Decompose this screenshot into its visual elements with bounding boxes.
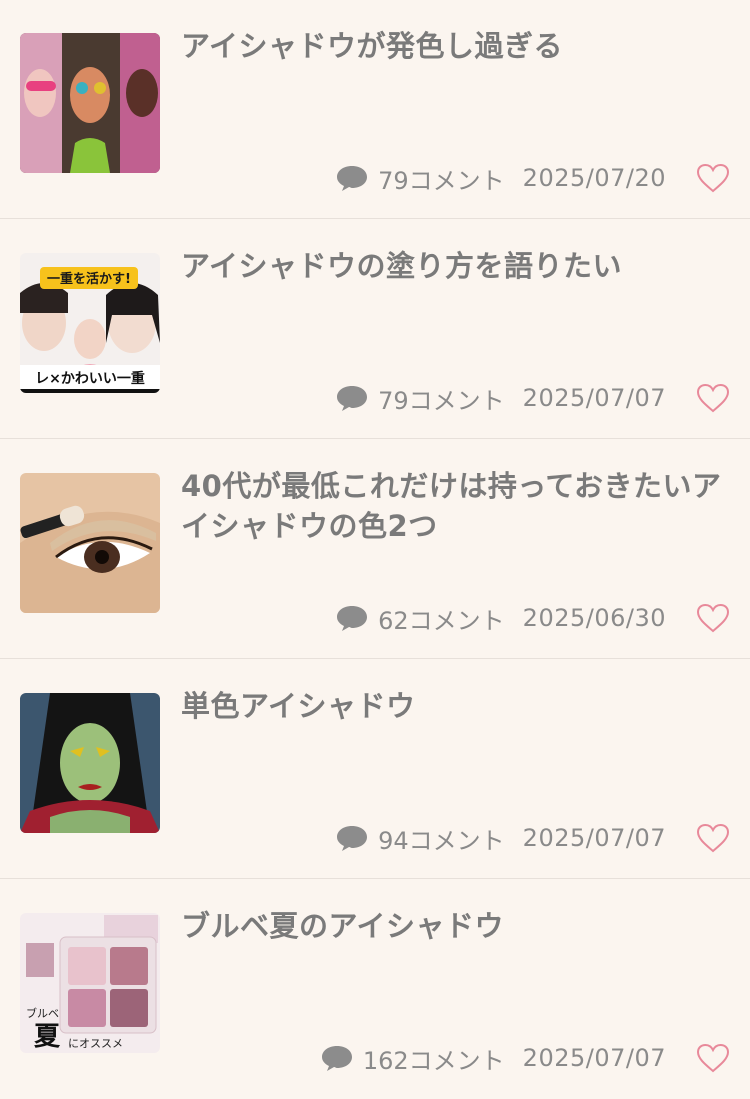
thumbnail-image[interactable]: ブルベ 夏 にオススメ [20,913,160,1053]
article-date: 2025/07/20 [522,164,666,192]
article-date: 2025/07/07 [522,824,666,852]
heart-outline-icon[interactable] [696,383,730,413]
article-meta: 79コメント 2025/07/07 [336,380,730,416]
article-meta: 62コメント 2025/06/30 [336,600,730,636]
list-item[interactable]: 40代が最低これだけは持っておきたいアイシャドウの色2つ 62コメント 2025… [0,440,750,659]
thumbnail-caption: 一重を活かす! [47,271,131,287]
comment-count: 79コメント [378,166,505,195]
article-title[interactable]: アイシャドウの塗り方を語りたい [181,246,733,286]
article-list: アイシャドウが発色し過ぎる 79コメント 2025/07/20 一重を活かす! … [0,0,750,1085]
article-date: 2025/07/07 [522,384,666,412]
article-title[interactable]: アイシャドウが発色し過ぎる [181,26,733,66]
list-item[interactable]: アイシャドウが発色し過ぎる 79コメント 2025/07/20 [0,0,750,219]
heart-outline-icon[interactable] [696,603,730,633]
list-item[interactable]: ブルベ 夏 にオススメ ブルベ夏のアイシャドウ 162コメント 2025/07/… [0,880,750,1099]
article-meta: 79コメント 2025/07/20 [336,160,730,196]
article-meta: 162コメント 2025/07/07 [321,1040,730,1076]
heart-outline-icon[interactable] [696,163,730,193]
comment-count: 162コメント [362,1046,505,1075]
article-title[interactable]: ブルベ夏のアイシャドウ [181,906,733,946]
article-date: 2025/07/07 [522,1044,666,1072]
thumbnail-caption: ブルベ [26,1006,59,1020]
thumbnail-image[interactable] [20,33,160,173]
article-title[interactable]: 単色アイシャドウ [181,686,733,726]
speech-bubble-icon [336,164,368,192]
thumbnail-caption: にオススメ [68,1037,123,1050]
comment-count: 79コメント [378,386,505,415]
thumbnail-caption: レ×かわいい一重 [35,370,145,387]
article-meta: 94コメント 2025/07/07 [336,820,730,856]
speech-bubble-icon [336,384,368,412]
article-title[interactable]: 40代が最低これだけは持っておきたいアイシャドウの色2つ [181,466,733,546]
list-item[interactable]: 一重を活かす! レ×かわいい一重 アイシャドウの塗り方を語りたい 79コメント … [0,220,750,439]
comment-count: 94コメント [378,826,505,855]
thumbnail-image[interactable]: 一重を活かす! レ×かわいい一重 [20,253,160,393]
thumbnail-caption: 夏 [34,1022,61,1052]
article-date: 2025/06/30 [522,604,666,632]
heart-outline-icon[interactable] [696,1043,730,1073]
comment-count: 62コメント [378,606,505,635]
heart-outline-icon[interactable] [696,823,730,853]
thumbnail-image[interactable] [20,473,160,613]
speech-bubble-icon [336,824,368,852]
list-item[interactable]: 単色アイシャドウ 94コメント 2025/07/07 [0,660,750,879]
speech-bubble-icon [336,604,368,632]
speech-bubble-icon [321,1044,353,1072]
thumbnail-image[interactable] [20,693,160,833]
